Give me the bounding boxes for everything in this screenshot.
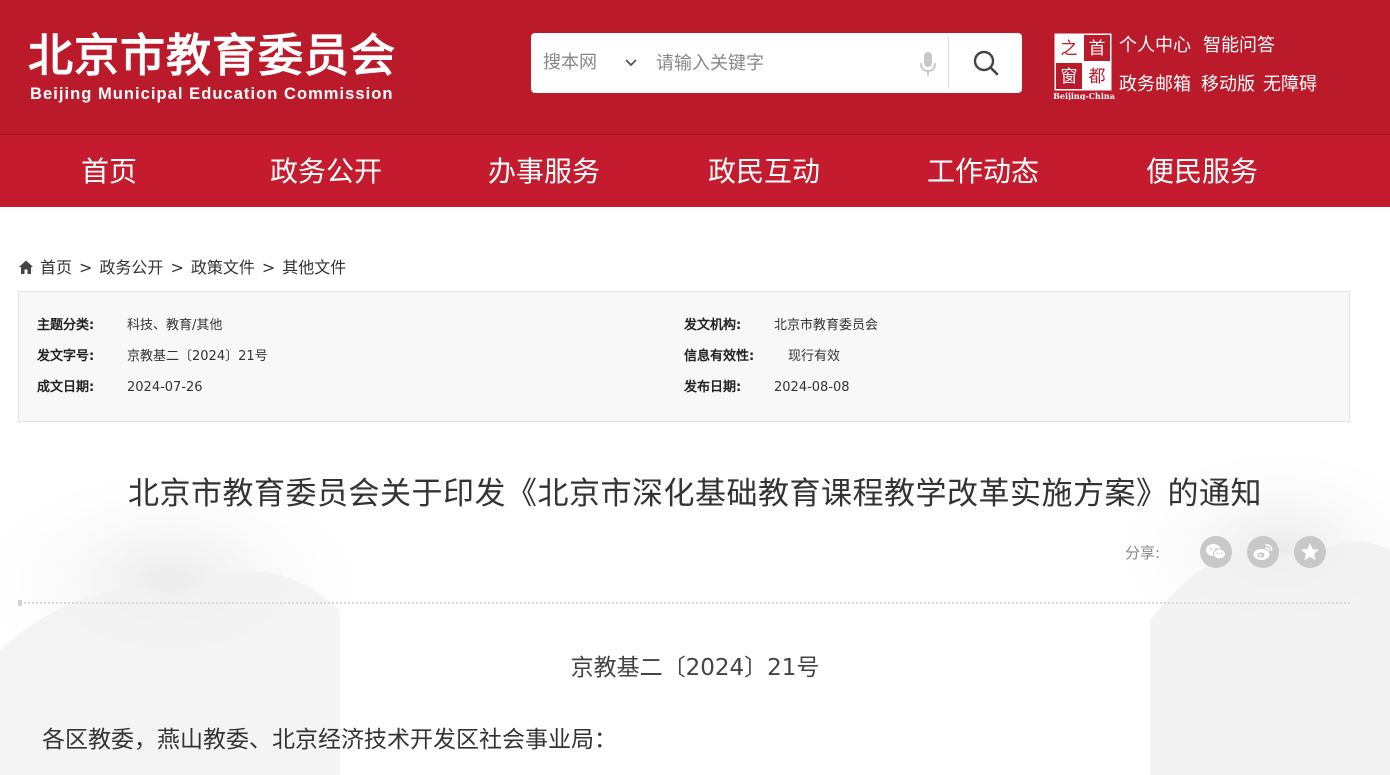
share-favorite-button[interactable]: [1294, 536, 1326, 568]
share-weibo-button[interactable]: [1247, 536, 1279, 568]
meta-validity: 信息有效性: 现行有效: [684, 347, 840, 367]
link-accessibility[interactable]: 无障碍: [1263, 74, 1317, 95]
link-personal-center[interactable]: 个人中心: [1119, 35, 1191, 56]
document-salutation: 各区教委，燕山教委、北京经济技术开发区社会事业局：: [42, 727, 617, 753]
weibo-icon: [1253, 544, 1273, 560]
breadcrumb-gov-affairs[interactable]: 政务公开: [99, 258, 163, 277]
meta-published-label: 发布日期:: [684, 380, 742, 395]
meta-docno-label: 发文字号:: [37, 349, 95, 364]
site-logo-cn[interactable]: 北京市教育委员会: [28, 30, 396, 82]
meta-written-date: 成文日期: 2024-07-26: [37, 378, 203, 398]
link-mobile[interactable]: 移动版: [1201, 74, 1255, 95]
meta-issuer-label: 发文机构:: [684, 318, 742, 333]
search-scope-select[interactable]: 搜本网: [543, 33, 597, 93]
link-smart-qa[interactable]: 智能问答: [1203, 35, 1275, 56]
meta-written-label: 成文日期:: [37, 380, 95, 395]
share-wechat-button[interactable]: [1200, 536, 1232, 568]
nav-item-work-news[interactable]: 工作动态: [927, 135, 1039, 208]
meta-validity-label: 信息有效性:: [684, 349, 755, 364]
search-box: 搜本网: [531, 33, 1022, 93]
home-icon: [19, 260, 33, 274]
microphone-icon[interactable]: [918, 51, 938, 77]
nav-item-home[interactable]: 首页: [81, 135, 137, 208]
document-meta-box: 主题分类: 科技、教育/其他 发文机构: 北京市教育委员会 发文字号: 京教基二〔20…: [18, 291, 1350, 422]
title-divider: [18, 600, 1350, 606]
chevron-down-icon[interactable]: [623, 55, 639, 71]
main-nav: 首页 政务公开 办事服务 政民互动 工作动态 便民服务: [0, 134, 1390, 207]
site-logo-en[interactable]: Beijing Municipal Education Commission: [30, 85, 394, 104]
capital-logo-char: 窗: [1061, 67, 1078, 87]
meta-topic-label: 主题分类:: [37, 318, 95, 333]
breadcrumb-other-docs[interactable]: 其他文件: [282, 258, 346, 277]
capital-window-logo[interactable]: 首 都 之 窗 Beijing-China: [1053, 32, 1117, 100]
breadcrumb-policy-docs[interactable]: 政策文件: [191, 258, 255, 277]
breadcrumb-separator: >: [261, 258, 276, 277]
meta-published-value: 2024-08-08: [774, 380, 850, 395]
top-links: 个人中心 智能问答 政务邮箱 移动版 无障碍: [1119, 32, 1329, 110]
wechat-icon: [1206, 544, 1226, 560]
capital-logo-char: 首: [1089, 39, 1106, 59]
site-header: 北京市教育委员会 Beijing Municipal Education Com…: [0, 0, 1390, 134]
nav-item-services[interactable]: 办事服务: [488, 135, 600, 208]
link-gov-mail[interactable]: 政务邮箱: [1119, 74, 1191, 95]
document-number: 京教基二〔2024〕21号: [570, 655, 820, 681]
meta-issuer: 发文机构: 北京市教育委员会: [684, 316, 878, 336]
search-button[interactable]: [950, 33, 1022, 93]
document-title: 北京市教育委员会关于印发《北京市深化基础教育课程教学改革实施方案》的通知: [128, 476, 1262, 512]
capital-logo-char: 都: [1089, 67, 1106, 87]
meta-topic: 主题分类: 科技、教育/其他: [37, 316, 222, 336]
meta-docno: 发文字号: 京教基二〔2024〕21号: [37, 347, 268, 367]
meta-written-value: 2024-07-26: [127, 380, 203, 395]
favorite-icon: [1301, 543, 1319, 561]
breadcrumb-home[interactable]: 首页: [40, 258, 72, 277]
meta-issuer-value: 北京市教育委员会: [774, 318, 879, 333]
nav-item-convenience[interactable]: 便民服务: [1146, 135, 1258, 208]
meta-validity-value: 现行有效: [788, 349, 841, 364]
breadcrumb: 首页 > 政务公开 > 政策文件 > 其他文件: [18, 256, 346, 280]
capital-logo-text: Beijing-China: [1053, 91, 1115, 100]
meta-published-date: 发布日期: 2024-08-08: [684, 378, 850, 398]
nav-item-gov-affairs[interactable]: 政务公开: [270, 135, 382, 208]
search-icon: [973, 50, 999, 76]
share-label: 分享:: [1125, 544, 1161, 562]
meta-docno-value: 京教基二〔2024〕21号: [127, 349, 268, 364]
meta-topic-value: 科技、教育/其他: [127, 318, 223, 333]
breadcrumb-separator: >: [79, 258, 93, 277]
search-divider: [948, 37, 949, 89]
nav-item-interaction[interactable]: 政民互动: [708, 135, 820, 208]
breadcrumb-separator: >: [170, 258, 184, 277]
capital-logo-char: 之: [1061, 39, 1078, 59]
search-input[interactable]: [656, 45, 911, 81]
